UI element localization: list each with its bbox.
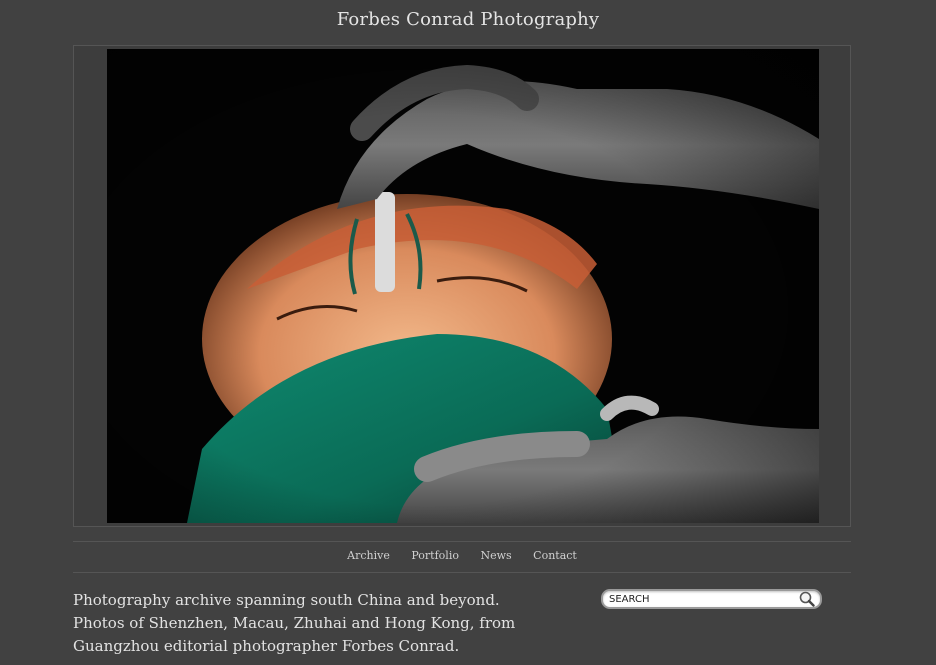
nav-contact[interactable]: Contact — [533, 549, 577, 562]
hero-photo[interactable] — [107, 49, 819, 523]
site-title[interactable]: Forbes Conrad Photography — [0, 9, 936, 30]
main-nav: Archive Portfolio News Contact — [73, 549, 851, 562]
hero-photo-frame — [73, 45, 851, 527]
nav-archive[interactable]: Archive — [347, 549, 390, 562]
hero-photo-image — [107, 49, 819, 523]
nav-news[interactable]: News — [480, 549, 511, 562]
search-input[interactable] — [609, 592, 789, 607]
nav-top-divider — [73, 541, 851, 542]
nav-bottom-divider — [73, 572, 851, 573]
magnifier-icon[interactable] — [798, 591, 816, 607]
site-description: Photography archive spanning south China… — [73, 591, 516, 655]
nav-portfolio[interactable]: Portfolio — [411, 549, 459, 562]
search-box — [601, 589, 822, 609]
